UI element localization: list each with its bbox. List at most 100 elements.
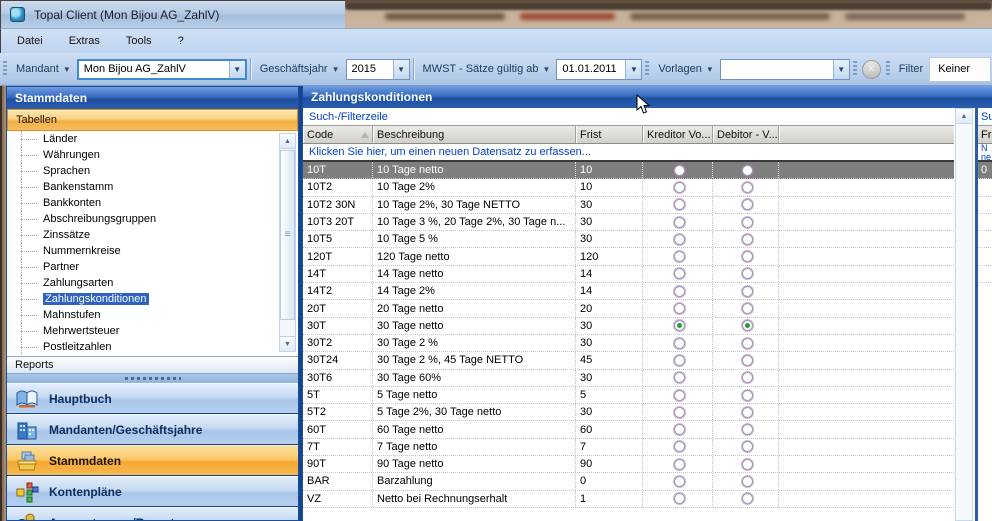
cell[interactable] <box>643 421 713 437</box>
tabellen-group-header[interactable]: Tabellen <box>7 109 298 131</box>
cell[interactable]: VZ <box>303 491 373 507</box>
debitor-radio[interactable] <box>742 338 753 349</box>
sidebar-item-zahlungsarten[interactable]: Zahlungsarten <box>7 275 298 291</box>
scroll-up-icon[interactable]: ▲ <box>956 109 972 124</box>
cell[interactable]: 14 <box>576 266 643 282</box>
nav-mandanten-gesch-ftsjahre[interactable]: Mandanten/Geschäftsjahre <box>7 414 298 444</box>
cell[interactable]: 7 Tage netto <box>373 439 576 455</box>
cell[interactable] <box>713 231 779 247</box>
column-header[interactable]: Fr <box>978 126 992 144</box>
kreditor-radio[interactable] <box>674 199 685 210</box>
cell[interactable] <box>643 335 713 351</box>
cell[interactable]: 90 Tage netto <box>373 456 576 472</box>
chevron-down-icon[interactable]: ▼ <box>833 60 849 79</box>
kreditor-radio[interactable] <box>674 459 685 470</box>
kreditor-radio[interactable] <box>674 424 685 435</box>
cell[interactable]: 14 Tage 2% <box>373 283 576 299</box>
new-record-link[interactable]: Klicken Sie hier, um einen neuen Datensa… <box>303 144 954 162</box>
scrollbar-thumb[interactable] <box>280 150 295 320</box>
cell[interactable] <box>713 335 779 351</box>
cell[interactable]: 90 <box>576 456 643 472</box>
table-row[interactable]: 0 <box>978 162 992 179</box>
sidebar-item-währungen[interactable]: Währungen <box>7 147 298 163</box>
cell[interactable]: 30 <box>576 318 643 334</box>
cell[interactable] <box>779 456 954 472</box>
cell[interactable]: 30T24 <box>303 352 373 368</box>
cell[interactable] <box>779 318 954 334</box>
cell[interactable] <box>643 179 713 195</box>
splitter-handle[interactable] <box>7 374 298 383</box>
cell[interactable] <box>643 266 713 282</box>
cell[interactable]: 10 <box>576 162 643 178</box>
tree-scrollbar[interactable]: ▲ ▼ <box>279 133 296 352</box>
filter-value-field[interactable]: Keiner <box>929 57 991 82</box>
cell[interactable] <box>643 387 713 403</box>
search-filter-row[interactable]: Su <box>978 108 992 126</box>
debitor-radio[interactable] <box>742 251 753 262</box>
cell[interactable]: 20T <box>303 300 373 316</box>
cell[interactable]: 10 Tage 3 %, 20 Tage 2%, 30 Tage n... <box>373 214 576 230</box>
cell[interactable]: 10T <box>303 162 373 178</box>
cell[interactable] <box>713 162 779 178</box>
debitor-radio[interactable] <box>742 199 753 210</box>
cell[interactable] <box>643 473 713 489</box>
cell[interactable] <box>779 335 954 351</box>
column-header-debitor[interactable]: Debitor - V... <box>713 126 779 143</box>
cell[interactable] <box>779 266 954 282</box>
cell[interactable]: 30T6 <box>303 370 373 386</box>
debitor-radio[interactable] <box>742 303 753 314</box>
table-row[interactable]: 10T510 Tage 5 %30 <box>303 231 954 248</box>
cell[interactable] <box>779 439 954 455</box>
sidebar-item-partner[interactable]: Partner <box>7 259 298 275</box>
cell[interactable]: 10 Tage 2% <box>373 179 576 195</box>
cell[interactable]: 14T2 <box>303 283 373 299</box>
nav-kontenpl-ne[interactable]: Kontenpläne <box>7 476 298 506</box>
cell[interactable] <box>779 162 954 178</box>
cell[interactable] <box>713 248 779 264</box>
cell[interactable] <box>779 283 954 299</box>
cell[interactable]: 10T3 20T <box>303 214 373 230</box>
mandant-combobox[interactable]: Mon Bijou AG_ZahlV ▼ <box>77 59 247 80</box>
cell[interactable] <box>779 421 954 437</box>
kreditor-radio[interactable] <box>674 251 685 262</box>
table-row[interactable]: 30T30 Tage netto30 <box>303 318 954 335</box>
cell[interactable] <box>779 387 954 403</box>
table-row[interactable]: 10T10 Tage netto10 <box>303 162 954 179</box>
cell[interactable] <box>713 439 779 455</box>
debitor-radio[interactable] <box>742 372 753 383</box>
cell[interactable] <box>779 404 954 420</box>
debitor-radio[interactable] <box>742 407 753 418</box>
table-row[interactable]: 10T210 Tage 2%10 <box>303 179 954 196</box>
debitor-radio[interactable] <box>742 286 753 297</box>
cell[interactable]: BAR <box>303 473 373 489</box>
table-row[interactable]: 120T120 Tage netto120 <box>303 248 954 265</box>
debitor-radio[interactable] <box>742 355 753 366</box>
cell[interactable]: 1 <box>576 491 643 507</box>
sidebar-item-bankkonten[interactable]: Bankkonten <box>7 195 298 211</box>
toolbar-grip[interactable] <box>886 61 890 77</box>
cell[interactable]: 10T2 <box>303 179 373 195</box>
cell[interactable] <box>643 300 713 316</box>
debitor-radio[interactable] <box>742 459 753 470</box>
cell[interactable]: 45 <box>576 352 643 368</box>
sidebar-item-länder[interactable]: Länder <box>7 131 298 147</box>
nav-stammdaten[interactable]: Stammdaten <box>7 445 298 475</box>
kreditor-radio[interactable] <box>674 234 685 245</box>
cell[interactable]: 30T <box>303 318 373 334</box>
cell[interactable] <box>779 214 954 230</box>
sidebar-item-nummernkreise[interactable]: Nummernkreise <box>7 243 298 259</box>
cell[interactable] <box>779 491 954 507</box>
table-row[interactable]: 7T7 Tage netto7 <box>303 439 954 456</box>
column-header-beschreibung[interactable]: Beschreibung <box>373 126 576 143</box>
kreditor-radio[interactable] <box>674 441 685 452</box>
toolbar-grip[interactable] <box>853 61 857 77</box>
cell[interactable] <box>713 214 779 230</box>
kreditor-radio[interactable] <box>674 303 685 314</box>
cell[interactable] <box>713 404 779 420</box>
table-row[interactable]: VZNetto bei Rechnungserhalt1 <box>303 491 954 508</box>
cell[interactable]: 5 Tage 2%, 30 Tage netto <box>373 404 576 420</box>
cell[interactable] <box>779 179 954 195</box>
table-row[interactable]: 60T60 Tage netto60 <box>303 421 954 438</box>
cell[interactable] <box>713 318 779 334</box>
cell[interactable]: 5T2 <box>303 404 373 420</box>
